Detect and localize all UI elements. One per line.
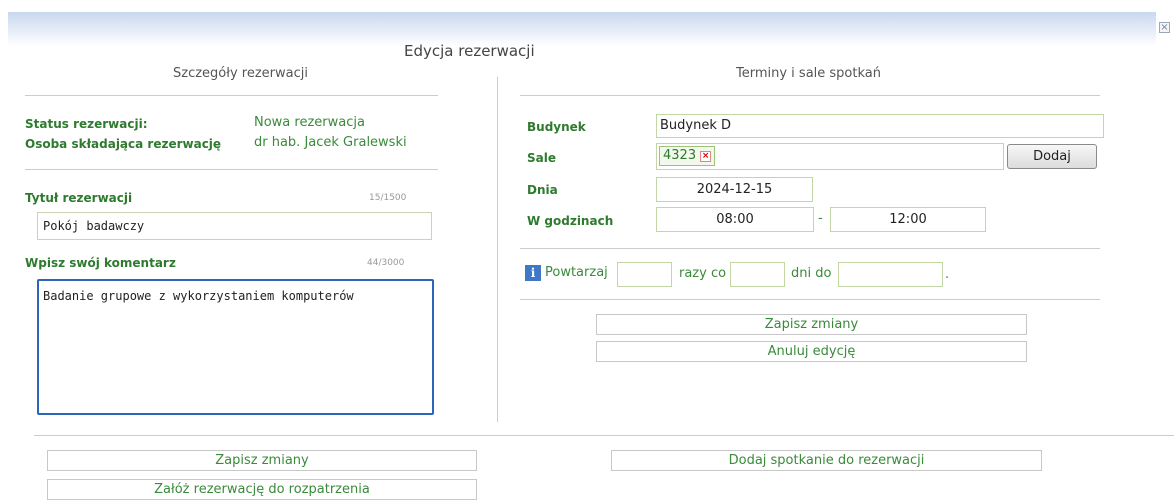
day-label: Dnia (527, 183, 558, 197)
info-icon[interactable]: i (525, 265, 541, 281)
room-tag-label: 4323 (663, 148, 697, 163)
repeat-end-dot: . (945, 267, 950, 282)
divider (34, 435, 1174, 436)
divider (520, 248, 1100, 249)
hours-label: W godzinach (527, 214, 614, 228)
title-counter: 15/1500 (369, 193, 407, 203)
left-section-title: Szczegóły rezerwacji (173, 66, 308, 81)
title-input[interactable]: Pokój badawczy (37, 212, 432, 240)
status-label: Status rezerwacji: (25, 117, 148, 131)
repeat-end-date-input[interactable] (838, 262, 943, 287)
room-tag[interactable]: 4323 × (659, 146, 716, 166)
status-value: Nowa rezerwacja (254, 115, 365, 130)
time-from-input[interactable]: 08:00 (656, 207, 814, 232)
repeat-interval-input[interactable] (730, 262, 785, 287)
repeat-times-input[interactable] (617, 262, 672, 287)
comment-label: Wpisz swój komentarz (25, 256, 176, 270)
time-to-input[interactable]: 12:00 (830, 207, 986, 232)
building-input[interactable]: Budynek D (656, 114, 1104, 138)
person-value: dr hab. Jacek Gralewski (254, 135, 407, 150)
repeat-label: Powtarzaj (545, 265, 608, 280)
repeat-times-label: razy co (679, 266, 727, 281)
rooms-label: Sale (527, 151, 556, 165)
divider (520, 299, 1100, 300)
right-section-title: Terminy i sale spotkań (736, 66, 881, 81)
dialog-title: Edycja rezerwacji (404, 42, 535, 60)
add-meeting-button[interactable]: Dodaj spotkanie do rezerwacji (611, 450, 1042, 471)
save-changes-button[interactable]: Zapisz zmiany (596, 314, 1027, 335)
time-separator: - (818, 211, 823, 226)
divider (25, 95, 438, 96)
bottom-save-changes-button[interactable]: Zapisz zmiany (47, 450, 477, 471)
close-icon[interactable]: × (1159, 22, 1170, 33)
remove-tag-icon[interactable]: × (700, 150, 712, 162)
cancel-edit-button[interactable]: Anuluj edycję (596, 341, 1027, 362)
title-label: Tytuł rezerwacji (25, 191, 133, 205)
add-room-button[interactable]: Dodaj (1007, 144, 1097, 169)
person-label: Osoba składająca rezerwację (25, 137, 222, 151)
day-input[interactable]: 2024-12-15 (656, 177, 813, 202)
divider (25, 169, 438, 170)
column-divider (497, 77, 498, 422)
comment-textarea[interactable]: Badanie grupowe z wykorzystaniem kompute… (37, 279, 434, 415)
repeat-days-label: dni do (791, 266, 832, 281)
building-label: Budynek (527, 120, 586, 134)
dialog-header-bar (8, 12, 1156, 46)
divider (520, 95, 1100, 96)
comment-counter: 44/3000 (367, 258, 405, 268)
